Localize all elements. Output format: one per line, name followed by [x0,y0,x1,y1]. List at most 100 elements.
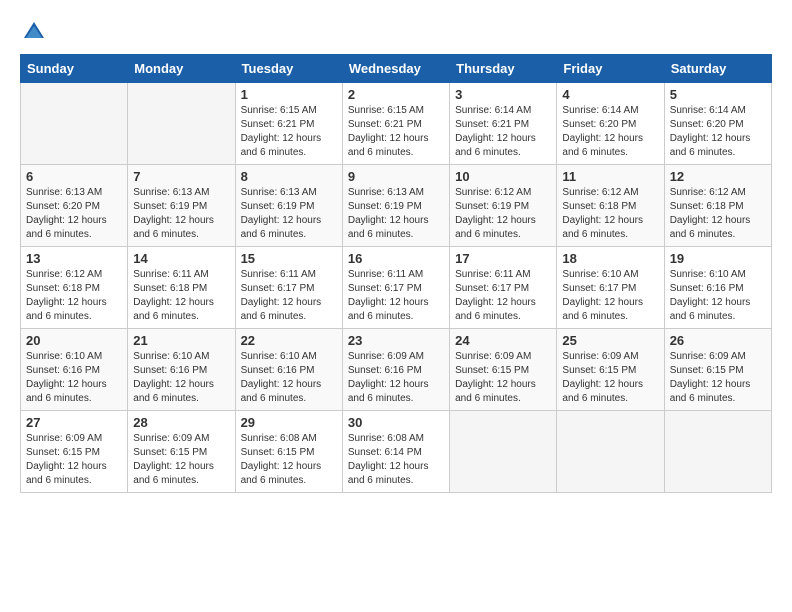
calendar-cell: 7 Sunrise: 6:13 AM Sunset: 6:19 PM Daylig… [128,165,235,247]
calendar-cell: 5 Sunrise: 6:14 AM Sunset: 6:20 PM Daylig… [664,83,771,165]
calendar-header-sunday: Sunday [21,55,128,83]
calendar-cell: 15 Sunrise: 6:11 AM Sunset: 6:17 PM Dayli… [235,247,342,329]
day-info: Sunrise: 6:10 AM Sunset: 6:16 PM Dayligh… [26,350,122,406]
calendar-cell: 16Sunrise: 6:11 AM Sunset: 6:17 PM Dayli… [342,247,449,329]
day-info: Sunrise: 6:14 AM Sunset: 6:20 PM Dayligh… [562,104,658,160]
day-info: Sunrise: 6:11 AM Sunset: 6:17 PM Dayligh… [348,268,444,324]
day-info: Sunrise: 6:11 AM Sunset: 6:17 PM Dayligh… [455,268,551,324]
day-number: 14 [133,251,229,266]
day-info: Sunrise: 6:13 AM Sunset: 6:19 PM Dayligh… [241,186,337,242]
day-info: Sunrise: 6:12 AM Sunset: 6:18 PM Dayligh… [562,186,658,242]
calendar-cell: 22Sunrise: 6:10 AM Sunset: 6:16 PM Dayli… [235,329,342,411]
calendar-cell: 2Sunrise: 6:15 AM Sunset: 6:21 PM Daylig… [342,83,449,165]
day-number: 25 [562,333,658,348]
calendar-header-thursday: Thursday [450,55,557,83]
calendar-cell: 8 Sunrise: 6:13 AM Sunset: 6:19 PM Daylig… [235,165,342,247]
calendar-cell: 24Sunrise: 6:09 AM Sunset: 6:15 PM Dayli… [450,329,557,411]
day-info: Sunrise: 6:10 AM Sunset: 6:16 PM Dayligh… [133,350,229,406]
calendar-cell: 20Sunrise: 6:10 AM Sunset: 6:16 PM Dayli… [21,329,128,411]
calendar-cell: 4 Sunrise: 6:14 AM Sunset: 6:20 PM Daylig… [557,83,664,165]
day-number: 11 [562,169,658,184]
day-info: Sunrise: 6:11 AM Sunset: 6:18 PM Dayligh… [133,268,229,324]
day-info: Sunrise: 6:13 AM Sunset: 6:19 PM Dayligh… [133,186,229,242]
calendar-cell: 23 Sunrise: 6:09 AM Sunset: 6:16 PM Dayli… [342,329,449,411]
calendar-cell: 18 Sunrise: 6:10 AM Sunset: 6:17 PM Dayli… [557,247,664,329]
day-info: Sunrise: 6:11 AM Sunset: 6:17 PM Dayligh… [241,268,337,324]
calendar-cell: 27 Sunrise: 6:09 AM Sunset: 6:15 PM Dayli… [21,411,128,493]
day-number: 8 [241,169,337,184]
day-number: 15 [241,251,337,266]
logo-icon [22,20,46,44]
calendar-cell: 26Sunrise: 6:09 AM Sunset: 6:15 PM Dayli… [664,329,771,411]
calendar-cell [664,411,771,493]
calendar-week-2: 6 Sunrise: 6:13 AM Sunset: 6:20 PM Daylig… [21,165,772,247]
calendar-cell: 13 Sunrise: 6:12 AM Sunset: 6:18 PM Dayli… [21,247,128,329]
day-number: 3 [455,87,551,102]
day-info: Sunrise: 6:12 AM Sunset: 6:19 PM Dayligh… [455,186,551,242]
page-header [20,20,772,44]
calendar-cell: 29 Sunrise: 6:08 AM Sunset: 6:15 PM Dayli… [235,411,342,493]
calendar-header-saturday: Saturday [664,55,771,83]
day-number: 19 [670,251,766,266]
calendar-cell: 19 Sunrise: 6:10 AM Sunset: 6:16 PM Dayli… [664,247,771,329]
calendar-cell: 28 Sunrise: 6:09 AM Sunset: 6:15 PM Dayli… [128,411,235,493]
calendar-week-4: 20Sunrise: 6:10 AM Sunset: 6:16 PM Dayli… [21,329,772,411]
calendar-cell: 25 Sunrise: 6:09 AM Sunset: 6:15 PM Dayli… [557,329,664,411]
calendar-cell: 21 Sunrise: 6:10 AM Sunset: 6:16 PM Dayli… [128,329,235,411]
day-number: 30 [348,415,444,430]
calendar-cell: 17 Sunrise: 6:11 AM Sunset: 6:17 PM Dayli… [450,247,557,329]
day-info: Sunrise: 6:15 AM Sunset: 6:21 PM Dayligh… [241,104,337,160]
day-info: Sunrise: 6:13 AM Sunset: 6:19 PM Dayligh… [348,186,444,242]
calendar-cell: 9 Sunrise: 6:13 AM Sunset: 6:19 PM Daylig… [342,165,449,247]
calendar-header-wednesday: Wednesday [342,55,449,83]
calendar-cell: 3 Sunrise: 6:14 AM Sunset: 6:21 PM Daylig… [450,83,557,165]
day-info: Sunrise: 6:14 AM Sunset: 6:20 PM Dayligh… [670,104,766,160]
day-number: 12 [670,169,766,184]
day-number: 9 [348,169,444,184]
day-number: 21 [133,333,229,348]
day-number: 6 [26,169,122,184]
day-number: 7 [133,169,229,184]
day-number: 27 [26,415,122,430]
calendar-cell [128,83,235,165]
day-info: Sunrise: 6:09 AM Sunset: 6:15 PM Dayligh… [133,432,229,488]
calendar-cell: 12 Sunrise: 6:12 AM Sunset: 6:18 PM Dayli… [664,165,771,247]
day-info: Sunrise: 6:14 AM Sunset: 6:21 PM Dayligh… [455,104,551,160]
day-info: Sunrise: 6:08 AM Sunset: 6:15 PM Dayligh… [241,432,337,488]
day-info: Sunrise: 6:09 AM Sunset: 6:15 PM Dayligh… [26,432,122,488]
day-number: 18 [562,251,658,266]
day-number: 4 [562,87,658,102]
day-number: 5 [670,87,766,102]
day-number: 24 [455,333,551,348]
calendar-week-3: 13 Sunrise: 6:12 AM Sunset: 6:18 PM Dayli… [21,247,772,329]
day-info: Sunrise: 6:13 AM Sunset: 6:20 PM Dayligh… [26,186,122,242]
calendar-header-row: SundayMondayTuesdayWednesdayThursdayFrid… [21,55,772,83]
calendar-cell: 11 Sunrise: 6:12 AM Sunset: 6:18 PM Dayli… [557,165,664,247]
day-info: Sunrise: 6:09 AM Sunset: 6:15 PM Dayligh… [670,350,766,406]
logo [20,20,46,44]
calendar-cell [557,411,664,493]
calendar-week-5: 27 Sunrise: 6:09 AM Sunset: 6:15 PM Dayli… [21,411,772,493]
day-number: 13 [26,251,122,266]
calendar-header-friday: Friday [557,55,664,83]
day-info: Sunrise: 6:09 AM Sunset: 6:16 PM Dayligh… [348,350,444,406]
calendar-cell: 10 Sunrise: 6:12 AM Sunset: 6:19 PM Dayli… [450,165,557,247]
day-number: 2 [348,87,444,102]
day-info: Sunrise: 6:12 AM Sunset: 6:18 PM Dayligh… [26,268,122,324]
day-number: 10 [455,169,551,184]
calendar-header-tuesday: Tuesday [235,55,342,83]
day-info: Sunrise: 6:09 AM Sunset: 6:15 PM Dayligh… [562,350,658,406]
day-info: Sunrise: 6:08 AM Sunset: 6:14 PM Dayligh… [348,432,444,488]
day-number: 17 [455,251,551,266]
calendar-week-1: 1Sunrise: 6:15 AM Sunset: 6:21 PM Daylig… [21,83,772,165]
day-number: 23 [348,333,444,348]
day-number: 22 [241,333,337,348]
day-info: Sunrise: 6:10 AM Sunset: 6:17 PM Dayligh… [562,268,658,324]
day-number: 28 [133,415,229,430]
calendar-cell [450,411,557,493]
calendar-header-monday: Monday [128,55,235,83]
day-info: Sunrise: 6:12 AM Sunset: 6:18 PM Dayligh… [670,186,766,242]
calendar-cell: 6 Sunrise: 6:13 AM Sunset: 6:20 PM Daylig… [21,165,128,247]
day-number: 29 [241,415,337,430]
day-info: Sunrise: 6:10 AM Sunset: 6:16 PM Dayligh… [670,268,766,324]
